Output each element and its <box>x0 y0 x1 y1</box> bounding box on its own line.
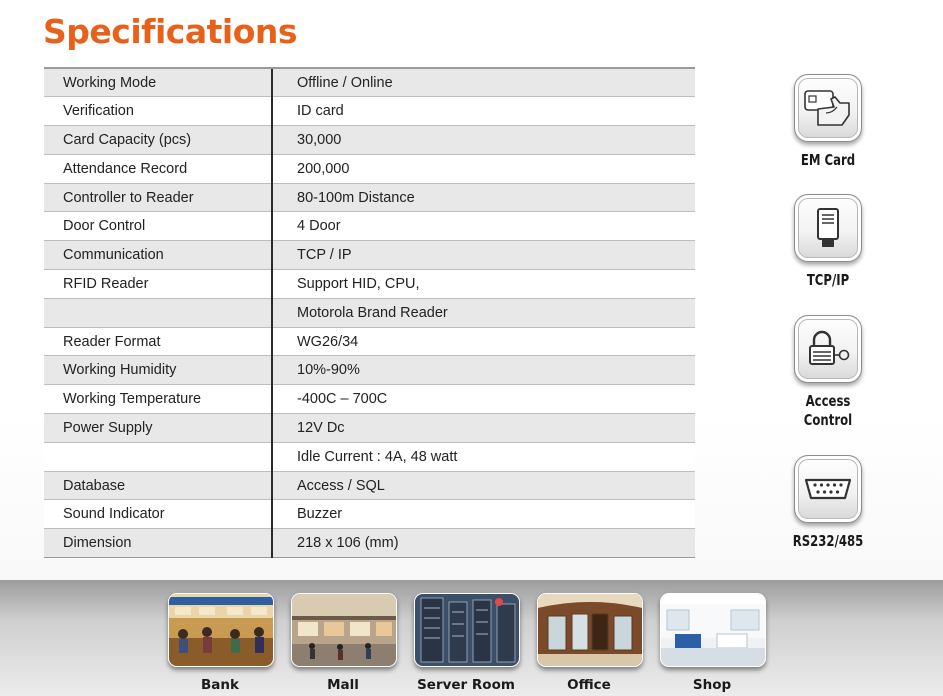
table-row: Verification ID card <box>44 96 695 127</box>
spec-label: Attendance Record <box>44 154 272 184</box>
application-bank: Bank <box>168 593 274 693</box>
spec-label: Working Humidity <box>44 355 272 386</box>
table-row: Controller to Reader 80-100m Distance <box>44 183 695 213</box>
spec-value: 4 Door <box>271 211 695 242</box>
shop-photo <box>660 593 766 667</box>
spec-value: 30,000 <box>271 125 695 155</box>
application-mall: Mall <box>291 593 397 693</box>
application-server-room: Server Room <box>414 593 520 693</box>
spec-value: 218 x 106 (mm) <box>271 528 695 559</box>
table-row: Power Supply 12V Dc <box>44 413 695 443</box>
spec-label: Database <box>44 471 272 501</box>
application-shop: Shop <box>660 593 766 693</box>
table-row: Door Control 4 Door <box>44 211 695 242</box>
spec-label: Dimension <box>44 528 272 559</box>
serial-port-icon <box>804 478 852 500</box>
mall-photo <box>291 593 397 667</box>
table-row: Dimension 218 x 106 (mm) <box>44 528 695 559</box>
spec-label: Sound Indicator <box>44 499 272 530</box>
table-row: Working Mode Offline / Online <box>44 67 695 98</box>
table-row: Working Humidity 10%-90% <box>44 355 695 386</box>
spec-label: Card Capacity (pcs) <box>44 125 272 155</box>
table-row: Reader Format WG26/34 <box>44 327 695 357</box>
table-row: Idle Current : 4A, 48 watt <box>44 442 695 472</box>
feature-icon-box <box>794 74 862 142</box>
spec-label: Door Control <box>44 211 272 242</box>
spec-label: Power Supply <box>44 413 272 443</box>
table-row: Communication TCP / IP <box>44 240 695 271</box>
page-title: Specifications <box>43 12 298 51</box>
office-photo <box>537 593 643 667</box>
application-label: Shop <box>692 677 732 693</box>
spec-value: TCP / IP <box>271 240 695 271</box>
bank-photo <box>168 593 274 667</box>
spec-value: Buzzer <box>271 499 695 530</box>
application-office: Office <box>537 593 643 693</box>
spec-value: Access / SQL <box>271 471 695 501</box>
feature-caption: Access Control <box>803 392 853 429</box>
table-row: Card Capacity (pcs) 30,000 <box>44 125 695 155</box>
feature-icon-box <box>794 455 862 523</box>
spec-label: Communication <box>44 240 272 271</box>
spec-value: WG26/34 <box>271 327 695 357</box>
spec-label: Working Mode <box>44 67 272 98</box>
spec-value: Motorola Brand Reader <box>271 298 695 328</box>
table-row: Database Access / SQL <box>44 471 695 501</box>
spec-label <box>44 442 272 472</box>
table-row: RFID Reader Support HID, CPU, <box>44 269 695 299</box>
spec-value: 200,000 <box>271 154 695 184</box>
spec-label: RFID Reader <box>44 269 272 299</box>
specifications-table: Working Mode Offline / Online Verificatio… <box>44 67 695 559</box>
spec-value: 80-100m Distance <box>271 183 695 213</box>
spec-value: 10%-90% <box>271 355 695 386</box>
server-room-photo <box>414 593 520 667</box>
feature-access-control: Access Control <box>773 315 883 430</box>
spec-value: Support HID, CPU, <box>271 269 695 299</box>
feature-tcp-ip: TCP/IP <box>773 194 883 290</box>
table-row: Motorola Brand Reader <box>44 298 695 328</box>
spec-value: 12V Dc <box>271 413 695 443</box>
spec-label: Verification <box>44 96 272 127</box>
spec-value: Idle Current : 4A, 48 watt <box>271 442 695 472</box>
spec-label: Working Temperature <box>44 384 272 415</box>
spec-value: ID card <box>271 96 695 127</box>
spec-value: -400C – 700C <box>271 384 695 415</box>
feature-icon-box <box>794 315 862 383</box>
feature-rs232-485: RS232/485 <box>773 455 883 551</box>
feature-em-card: EM Card <box>773 74 883 170</box>
spec-label: Reader Format <box>44 327 272 357</box>
table-row: Attendance Record 200,000 <box>44 154 695 184</box>
feature-caption: TCP/IP <box>806 271 850 289</box>
spec-label <box>44 298 272 328</box>
access-control-icon <box>809 330 850 365</box>
table-row: Working Temperature -400C – 700C <box>44 384 695 415</box>
ethernet-port-icon <box>817 208 839 247</box>
feature-icon-box <box>794 194 862 262</box>
table-row: Sound Indicator Buzzer <box>44 499 695 530</box>
feature-caption: RS232/485 <box>792 532 864 550</box>
em-card-icon <box>804 90 850 126</box>
spec-value: Offline / Online <box>271 67 695 98</box>
spec-label: Controller to Reader <box>44 183 272 213</box>
feature-caption: EM Card <box>800 151 856 169</box>
